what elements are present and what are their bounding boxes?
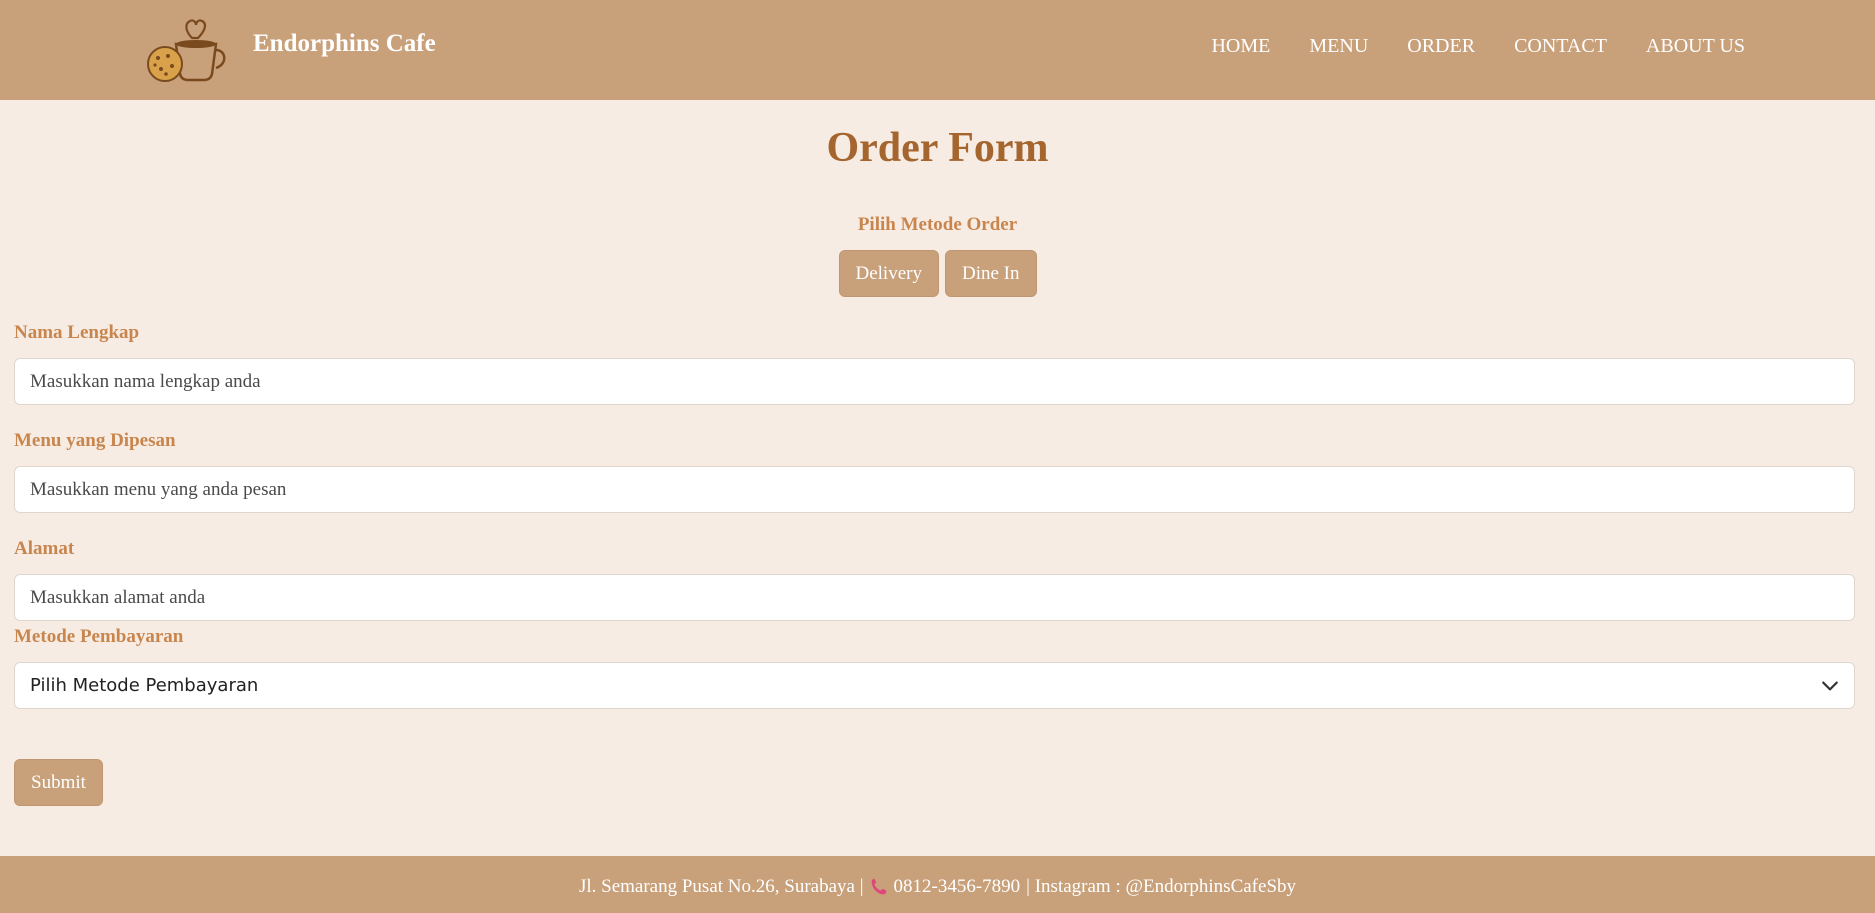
nav-contact[interactable]: CONTACT: [1514, 35, 1607, 58]
page-title: Order Form: [826, 125, 1049, 171]
payment-selected-value: Pilih Metode Pembayaran: [30, 675, 259, 696]
address-field[interactable]: [14, 574, 1855, 621]
address-label: Alamat: [14, 538, 75, 559]
main-nav: HOME MENU ORDER CONTACT ABOUT US: [1172, 35, 1745, 58]
order-method-label: Pilih Metode Order: [857, 214, 1018, 235]
nav-order[interactable]: ORDER: [1407, 35, 1475, 58]
menu-field[interactable]: [14, 466, 1855, 513]
submit-button[interactable]: Submit: [14, 759, 103, 806]
payment-method-select[interactable]: Pilih Metode Pembayaran: [14, 662, 1855, 709]
order-method-buttons: Delivery Dine In: [0, 250, 1875, 297]
footer-instagram: | Instagram : @EndorphinsCafeSby: [1026, 875, 1297, 897]
dine-in-button[interactable]: Dine In: [944, 250, 1037, 297]
name-label: Nama Lengkap: [14, 322, 140, 343]
nav-menu[interactable]: MENU: [1309, 35, 1368, 58]
name-field[interactable]: [14, 358, 1855, 405]
phone-icon: [871, 878, 886, 894]
menu-label: Menu yang Dipesan: [14, 430, 176, 451]
site-footer: Jl. Semarang Pusat No.26, Surabaya | 081…: [0, 856, 1875, 913]
footer-phone: 0812-3456-7890: [893, 875, 1021, 897]
delivery-button[interactable]: Delivery: [838, 250, 939, 297]
nav-home[interactable]: HOME: [1211, 35, 1270, 58]
site-header: Endorphins Cafe HOME MENU ORDER CONTACT …: [0, 0, 1875, 100]
payment-label: Metode Pembayaran: [14, 626, 184, 647]
chevron-down-icon: [1822, 681, 1838, 690]
nav-about-us[interactable]: ABOUT US: [1646, 35, 1745, 58]
footer-address: Jl. Semarang Pusat No.26, Surabaya |: [578, 875, 864, 897]
brand-name[interactable]: Endorphins Cafe: [253, 30, 436, 58]
coffee-cookie-logo-icon[interactable]: [146, 14, 230, 84]
